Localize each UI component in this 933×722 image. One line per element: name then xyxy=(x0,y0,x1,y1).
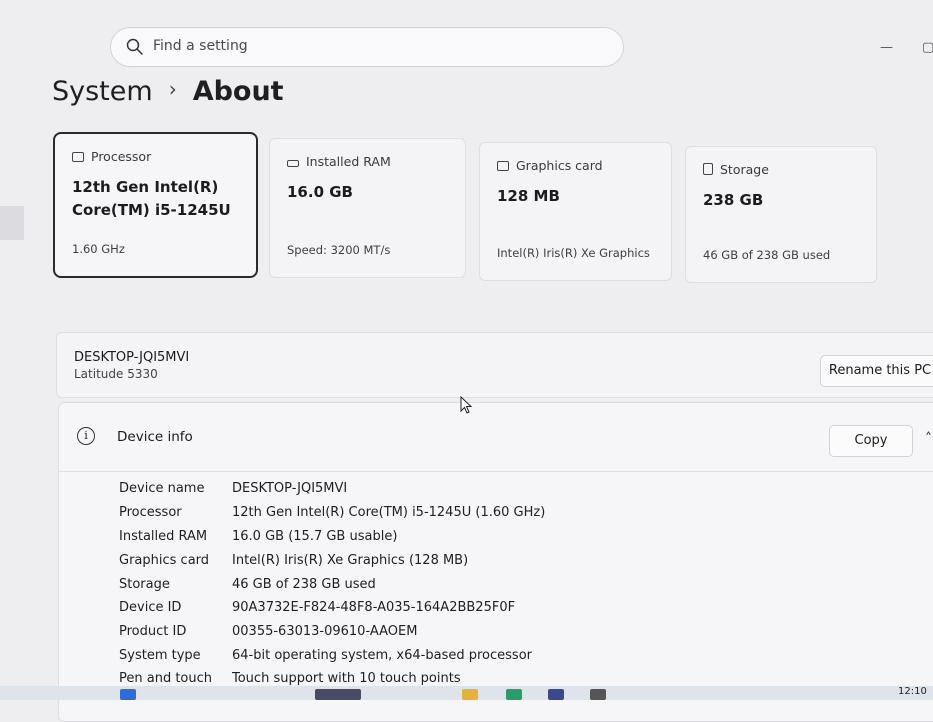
rename-pc-button[interactable]: Rename this PC xyxy=(820,355,933,387)
chevron-up-icon[interactable]: ˄ xyxy=(925,431,932,447)
ram-card-value: 16.0 GB xyxy=(287,183,353,201)
graphics-card-card[interactable]: Graphics card 128 MB Intel(R) Iris(R) Xe… xyxy=(479,142,672,281)
processor-card[interactable]: Processor 12th Gen Intel(R) Core(TM) i5-… xyxy=(53,132,258,278)
ram-card-sub: Speed: 3200 MT/s xyxy=(287,243,391,257)
spec-value: DESKTOP-JQI5MVI xyxy=(232,481,348,496)
settings-icon[interactable] xyxy=(590,689,606,700)
breadcrumb-parent[interactable]: System xyxy=(52,76,153,107)
device-info-panel: i Device info Copy ˄ Device name DESKTOP-… xyxy=(58,402,933,722)
storage-icon xyxy=(703,163,713,175)
spec-value: 12th Gen Intel(R) Core(TM) i5-1245U (1.6… xyxy=(232,505,546,520)
search-icon xyxy=(126,38,143,55)
left-nav-selection-marker xyxy=(0,206,24,240)
spec-value: 00355-63013-09610-AAOEM xyxy=(232,624,418,639)
spec-value: Intel(R) Iris(R) Xe Graphics (128 MB) xyxy=(232,553,469,568)
storage-card-value: 238 GB xyxy=(703,191,764,209)
spec-key: Storage xyxy=(119,577,170,592)
graphics-card-sub: Intel(R) Iris(R) Xe Graphics xyxy=(497,246,650,260)
storage-card-label: Storage xyxy=(720,162,769,177)
taskbar: 12:10 xyxy=(0,686,933,700)
device-info-header[interactable]: i Device info Copy ˄ xyxy=(59,403,933,472)
taskbar-app-icon[interactable] xyxy=(315,689,361,700)
spec-value: 16.0 GB (15.7 GB usable) xyxy=(232,529,398,544)
spec-value: 90A3732E-F824-48F8-A035-164A2BB25F0F xyxy=(232,600,516,615)
ram-icon xyxy=(287,160,299,167)
mouse-pointer-icon xyxy=(460,396,473,414)
spec-key: System type xyxy=(119,648,201,663)
search-box[interactable]: Find a setting xyxy=(110,27,624,67)
processor-card-label: Processor xyxy=(91,149,152,164)
spec-key: Pen and touch xyxy=(119,671,213,686)
spec-key: Installed RAM xyxy=(119,529,208,544)
copy-button[interactable]: Copy xyxy=(829,425,913,457)
pc-model: Latitude 5330 xyxy=(74,367,158,381)
graphics-card-value: 128 MB xyxy=(497,187,560,205)
ram-card-label: Installed RAM xyxy=(306,154,391,169)
storage-card-sub: 46 GB of 238 GB used xyxy=(703,248,831,262)
breadcrumb-chevron-icon: › xyxy=(168,77,177,101)
pc-name-panel: DESKTOP-JQI5MVI Latitude 5330 Rename thi… xyxy=(56,332,933,398)
breadcrumb-current: About xyxy=(192,76,284,107)
processor-card-sub: 1.60 GHz xyxy=(72,242,125,256)
minimize-icon[interactable]: — xyxy=(880,40,893,55)
pc-name: DESKTOP-JQI5MVI xyxy=(74,350,190,365)
processor-icon xyxy=(72,152,84,162)
spec-value: Touch support with 10 touch points xyxy=(232,671,461,686)
spec-key: Device name xyxy=(119,481,205,496)
processor-card-value: 12th Gen Intel(R) Core(TM) i5-1245U xyxy=(72,178,231,219)
spec-value: 46 GB of 238 GB used xyxy=(232,577,376,592)
start-icon[interactable] xyxy=(120,689,136,700)
search-input[interactable]: Find a setting xyxy=(153,38,248,54)
ram-card[interactable]: Installed RAM 16.0 GB Speed: 3200 MT/s xyxy=(269,138,466,278)
info-icon: i xyxy=(77,427,95,445)
maximize-icon[interactable]: ▢ xyxy=(922,40,933,55)
page-title: System › About xyxy=(52,76,284,107)
storage-card[interactable]: Storage 238 GB 46 GB of 238 GB used xyxy=(685,146,877,283)
clock[interactable]: 12:10 xyxy=(898,686,927,697)
device-info-title: Device info xyxy=(117,429,193,445)
store-icon[interactable] xyxy=(548,689,564,700)
graphics-card-icon xyxy=(497,161,509,171)
spec-value: 64-bit operating system, x64-based proce… xyxy=(232,648,532,663)
edge-icon[interactable] xyxy=(506,689,522,700)
spec-key: Device ID xyxy=(119,600,182,615)
spec-key: Processor xyxy=(119,505,182,520)
graphics-card-label: Graphics card xyxy=(516,158,603,173)
spec-key: Graphics card xyxy=(119,553,210,568)
file-explorer-icon[interactable] xyxy=(462,689,478,700)
spec-key: Product ID xyxy=(119,624,187,639)
